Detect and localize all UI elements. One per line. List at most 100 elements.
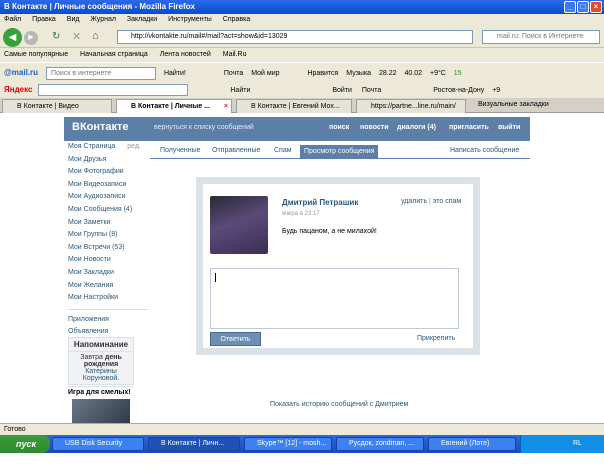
game-ad-image[interactable]	[72, 399, 130, 423]
reminder-box: Напоминание Завтра день рождения Катерин…	[68, 337, 134, 385]
sidebar-item-photos[interactable]: Мои Фотографии	[68, 166, 148, 179]
tab-partner[interactable]: https://partne...line.ru/main/	[356, 99, 466, 113]
tab-evgeniy[interactable]: В Контакте | Евгений Мох...	[236, 99, 352, 113]
sidebar-item-groups[interactable]: Мои Группы (8)	[68, 229, 148, 242]
message-actions: удалить | это спам	[401, 198, 461, 205]
reload-icon[interactable]: ↻	[52, 31, 60, 42]
tab-spam[interactable]: Спам	[274, 147, 292, 154]
sidebar-item-videos[interactable]: Мои Видеозаписи	[68, 179, 148, 192]
yandex-mail-link[interactable]: Почта	[362, 87, 381, 94]
mailru-like-link[interactable]: Нравится	[307, 70, 338, 77]
sidebar-edit-link[interactable]: ред.	[127, 143, 141, 150]
bookmark-mailru[interactable]: Mail.Ru	[223, 51, 247, 58]
mailru-search-input[interactable]: Поиск в интернете	[45, 66, 156, 80]
task-evgeniy[interactable]: Евгений (Лоте)	[428, 437, 516, 451]
attach-link[interactable]: Прикрепить	[417, 335, 455, 342]
nav-invite[interactable]: пригласить	[449, 124, 489, 131]
tab-received[interactable]: Полученные	[160, 147, 201, 154]
menu-edit[interactable]: Правка	[32, 16, 56, 23]
language-indicator[interactable]: RL	[573, 440, 582, 447]
menu-tools[interactable]: Инструменты	[168, 16, 212, 23]
yandex-find-button[interactable]: Найти	[230, 87, 250, 94]
task-chat[interactable]: Русдок, zondman, ...	[336, 437, 424, 451]
minimize-button[interactable]: _	[564, 1, 576, 13]
bookmark-popular[interactable]: Самые популярные	[4, 51, 68, 58]
task-skype[interactable]: Skype™ [12] - mosh...	[244, 437, 332, 451]
reminder-person-link[interactable]: Катерины Коруновой.	[83, 368, 119, 382]
reminder-title: Напоминание	[69, 340, 133, 352]
bookmark-news[interactable]: Лента новостей	[160, 51, 211, 58]
mailru-music-link[interactable]: Музыка	[346, 70, 371, 77]
close-tab-icon[interactable]: ×	[224, 100, 228, 113]
sidebar-item-bookmarks[interactable]: Мои Закладки	[68, 267, 148, 280]
sidebar-item-my-page[interactable]: Моя Страница ред.	[68, 141, 148, 154]
message-subtabs: Полученные Отправленные Спам Просмотр со…	[150, 145, 530, 159]
sidebar-item-settings[interactable]: Мои Настройки	[68, 292, 148, 305]
reply-button[interactable]: Ответить	[210, 332, 261, 346]
yandex-toolbar: Яндекс Найти Войти Почта Ростов-на-Дону …	[0, 81, 604, 98]
nav-news[interactable]: новости	[360, 124, 389, 131]
menu-bookmarks[interactable]: Закладки	[127, 16, 157, 23]
mailru-logo: @mail.ru	[4, 68, 39, 77]
maximize-button[interactable]: □	[577, 1, 589, 13]
author-avatar[interactable]	[210, 196, 268, 254]
task-usb[interactable]: USB Disk Security	[52, 437, 144, 451]
web-search-input[interactable]: mail.ru: Поиск в Интернете	[482, 30, 600, 44]
compose-message-link[interactable]: Написать сообщение	[450, 147, 519, 154]
menu-file[interactable]: Файл	[4, 16, 21, 23]
nav-logout[interactable]: выйти	[498, 124, 520, 131]
start-button[interactable]: пуск	[0, 435, 50, 453]
usd-rate: 28.22	[379, 70, 397, 77]
home-icon[interactable]: ⌂	[92, 30, 99, 42]
message-card: Дмитрий Петрашик вчера в 23:17 удалить |…	[203, 184, 473, 348]
sidebar-item-audio[interactable]: Мои Аудиозаписи	[68, 191, 148, 204]
sidebar-item-friends[interactable]: Мои Друзья	[68, 154, 148, 167]
message-time: вчера в 23:17	[282, 211, 320, 217]
menu-history[interactable]: Журнал	[90, 16, 116, 23]
close-window-button[interactable]: ×	[590, 1, 602, 13]
menu-view[interactable]: Вид	[67, 16, 80, 23]
game-ad-title[interactable]: Игра для смелых!	[68, 386, 134, 396]
tab-sent[interactable]: Отправленные	[212, 147, 260, 154]
vk-logo[interactable]: ВКонтакте	[72, 121, 129, 133]
yandex-search-input[interactable]	[38, 84, 189, 97]
message-author[interactable]: Дмитрий Петрашик	[282, 198, 358, 207]
url-field[interactable]: http://vkontakte.ru/mail#/mail?act=show&…	[117, 30, 473, 44]
navigation-bar: ◀ ▶ ↻ ✕ ⌂ http://vkontakte.ru/mail#/mail…	[0, 26, 604, 48]
menu-help[interactable]: Справка	[223, 16, 250, 23]
page-content: ВКонтакте вернуться к списку сообщений п…	[0, 113, 604, 423]
back-to-list-link[interactable]: вернуться к списку сообщений	[154, 124, 254, 131]
mailru-mail-link[interactable]: Почта	[224, 70, 243, 77]
text-cursor	[215, 273, 216, 282]
back-button[interactable]: ◀	[3, 28, 22, 47]
tab-view-message[interactable]: Просмотр сообщения	[300, 145, 379, 159]
tab-messages[interactable]: В Контакте | Личные ... ×	[116, 99, 232, 113]
yandex-login-link[interactable]: Войти	[332, 87, 352, 94]
delete-link[interactable]: удалить	[401, 198, 427, 205]
sidebar-item-events[interactable]: Мои Встречи (53)	[68, 242, 148, 255]
yandex-logo: Яндекс	[4, 85, 33, 94]
bookmark-home[interactable]: Начальная страница	[80, 51, 148, 58]
nav-dialogs[interactable]: диалоги (4)	[397, 124, 436, 131]
sidebar-item-wishes[interactable]: Мои Желания	[68, 280, 148, 293]
show-history-link[interactable]: Показать историю сообщений с Дмитрием	[270, 401, 408, 408]
reply-textarea[interactable]	[210, 268, 459, 329]
eur-rate: 40.02	[404, 70, 423, 77]
sidebar-divider	[68, 305, 148, 310]
task-firefox[interactable]: В Контакте | Личн...	[148, 437, 240, 451]
mailru-myworld-link[interactable]: Мой мир	[251, 70, 279, 77]
tab-strip: В Контакте | Видео В Контакте | Личные .…	[0, 98, 604, 113]
weather-temp: +9°C	[429, 70, 446, 77]
sidebar-item-news[interactable]: Мои Новости	[68, 254, 148, 267]
mailru-find-button[interactable]: Найти!	[164, 70, 186, 77]
mark-spam-link[interactable]: это спам	[433, 198, 461, 205]
nav-search[interactable]: поиск	[329, 124, 349, 131]
forward-button[interactable]: ▶	[24, 31, 38, 45]
sidebar-item-messages[interactable]: Мои Сообщения (4)	[68, 204, 148, 217]
tab-video[interactable]: В Контакте | Видео	[2, 99, 112, 113]
sidebar-item-apps[interactable]: Приложения	[68, 314, 148, 327]
clock: 18:02	[577, 458, 595, 465]
stop-icon[interactable]: ✕	[72, 30, 81, 43]
visual-bookmarks-link[interactable]: Визуальные закладки	[478, 101, 549, 108]
sidebar-item-notes[interactable]: Мои Заметки	[68, 217, 148, 230]
